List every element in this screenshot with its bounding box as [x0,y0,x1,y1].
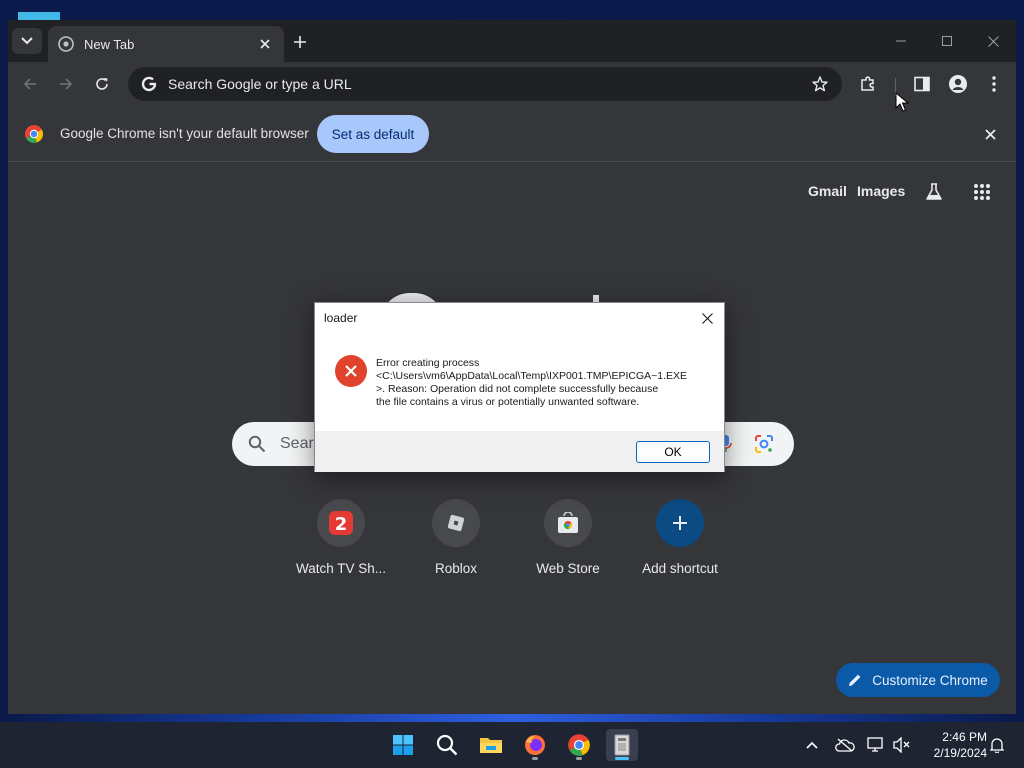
running-indicator [532,757,538,760]
browser-toolbar: Search Google or type a URL [8,62,1016,106]
default-browser-infobar: Google Chrome isn't your default browser… [8,106,1016,162]
reload-button[interactable] [88,70,116,98]
windows-logo-icon [393,735,413,755]
minimize-button[interactable] [878,28,924,54]
mouse-cursor-icon [895,92,909,112]
google-apps-grid-icon[interactable] [969,179,995,205]
close-tab-icon[interactable] [256,35,274,53]
address-bar[interactable]: Search Google or type a URL [128,67,842,101]
arrow-right-icon [60,78,73,90]
loader-error-dialog: loader Error creating process <C:\Users\… [314,302,725,472]
google-g-icon [140,75,158,93]
shortcut-watch-tv[interactable]: 2 Watch TV Sh... [285,499,397,595]
shortcut-label: Watch TV Sh... [295,561,387,576]
folder-icon [480,738,502,753]
clock-date: 2/19/2024 [933,746,987,760]
desktop-icon-sliver [18,12,60,20]
arrow-left-icon [23,78,36,90]
firefox-icon [525,735,545,755]
network-icon[interactable] [866,735,886,755]
side-panel-button[interactable] [908,70,936,98]
tab-search-button[interactable] [12,28,42,54]
dialog-titlebar[interactable]: loader [315,303,724,333]
shortcut-roblox[interactable]: Roblox [400,499,512,595]
dialog-message-line: the file contains a virus or potentially… [376,396,640,408]
address-bar-placeholder: Search Google or type a URL [168,76,352,92]
chrome-menu-button[interactable] [980,70,1008,98]
set-as-default-button[interactable]: Set as default [317,115,429,153]
firefox-button[interactable] [519,729,551,761]
system-clock[interactable]: 2:46 PM 2/19/2024 [921,729,987,761]
close-window-button[interactable] [970,28,1016,54]
side-panel-icon [914,76,930,92]
show-hidden-icons-chevron-icon[interactable] [802,735,822,755]
more-vert-icon [992,76,996,92]
shortcut-label: Add shortcut [642,561,718,576]
forward-button[interactable] [52,70,80,98]
chrome-favicon-icon [58,36,74,52]
tab-title: New Tab [84,36,135,52]
search-icon [248,435,266,453]
plus-icon [294,36,306,48]
volume-muted-icon[interactable] [892,735,912,755]
close-icon [987,35,999,47]
puzzle-piece-icon [861,76,874,91]
profile-button[interactable] [944,70,972,98]
loader-app-button[interactable] [606,729,638,761]
dialog-message: Error creating process <C:\Users\vm6\App… [376,357,706,409]
plus-icon [656,499,704,547]
installer-package-icon [614,734,630,756]
error-icon [335,355,367,387]
ok-button[interactable]: OK [636,441,710,463]
onedrive-cloud-icon[interactable] [835,735,855,755]
customize-chrome-button[interactable]: Customize Chrome [836,663,1000,697]
shortcut-label: Web Store [536,561,600,576]
maximize-icon [942,36,952,46]
shortcut-web-store[interactable]: Web Store [512,499,624,595]
dialog-message-line: <C:\Users\vm6\AppData\Local\Temp\IXP001.… [376,370,688,382]
labs-flask-icon[interactable] [921,179,947,205]
dialog-message-line: Error creating process [376,357,480,369]
windows-taskbar: 2:46 PM 2/19/2024 [0,722,1024,768]
extensions-button[interactable] [854,70,882,98]
reload-icon [96,78,108,90]
profile-avatar-icon [949,75,967,93]
images-link[interactable]: Images [857,183,905,199]
infobar-message: Google Chrome isn't your default browser [60,126,309,141]
gmail-link[interactable]: Gmail [808,183,847,199]
svg-text:2: 2 [335,514,348,535]
search-icon [436,734,458,756]
google-lens-icon[interactable] [754,434,774,454]
running-indicator [576,757,582,760]
taskbar-search-button[interactable] [431,729,463,761]
dialog-close-icon[interactable] [696,307,718,329]
tv-app-icon: 2 [317,499,365,547]
back-button[interactable] [16,70,44,98]
maximize-button[interactable] [924,28,970,54]
chevron-down-icon [21,37,33,45]
roblox-icon [432,499,480,547]
clock-time: 2:46 PM [942,730,987,744]
new-tab-button[interactable] [288,30,312,54]
infobar-close-icon[interactable] [980,124,1000,144]
notification-bell-icon[interactable] [987,735,1007,755]
pencil-icon [848,673,862,687]
chrome-logo-icon [24,125,44,144]
dialog-title: loader [324,311,358,325]
active-indicator [615,757,629,760]
chrome-logo-icon [568,734,590,756]
file-explorer-button[interactable] [475,729,507,761]
dialog-message-line: >. Reason: Operation did not complete su… [376,383,659,395]
bookmark-star-icon[interactable] [810,74,830,94]
web-store-icon [544,499,592,547]
start-button[interactable] [387,729,419,761]
chrome-taskbar-button[interactable] [563,729,595,761]
tab-new-tab[interactable]: New Tab [48,26,284,62]
shortcut-label: Roblox [434,561,478,576]
customize-chrome-label: Customize Chrome [872,672,988,688]
shortcut-add[interactable]: Add shortcut [624,499,736,595]
tab-strip: New Tab [8,20,1016,62]
minimize-icon [896,40,906,42]
dialog-footer: OK [315,431,724,472]
